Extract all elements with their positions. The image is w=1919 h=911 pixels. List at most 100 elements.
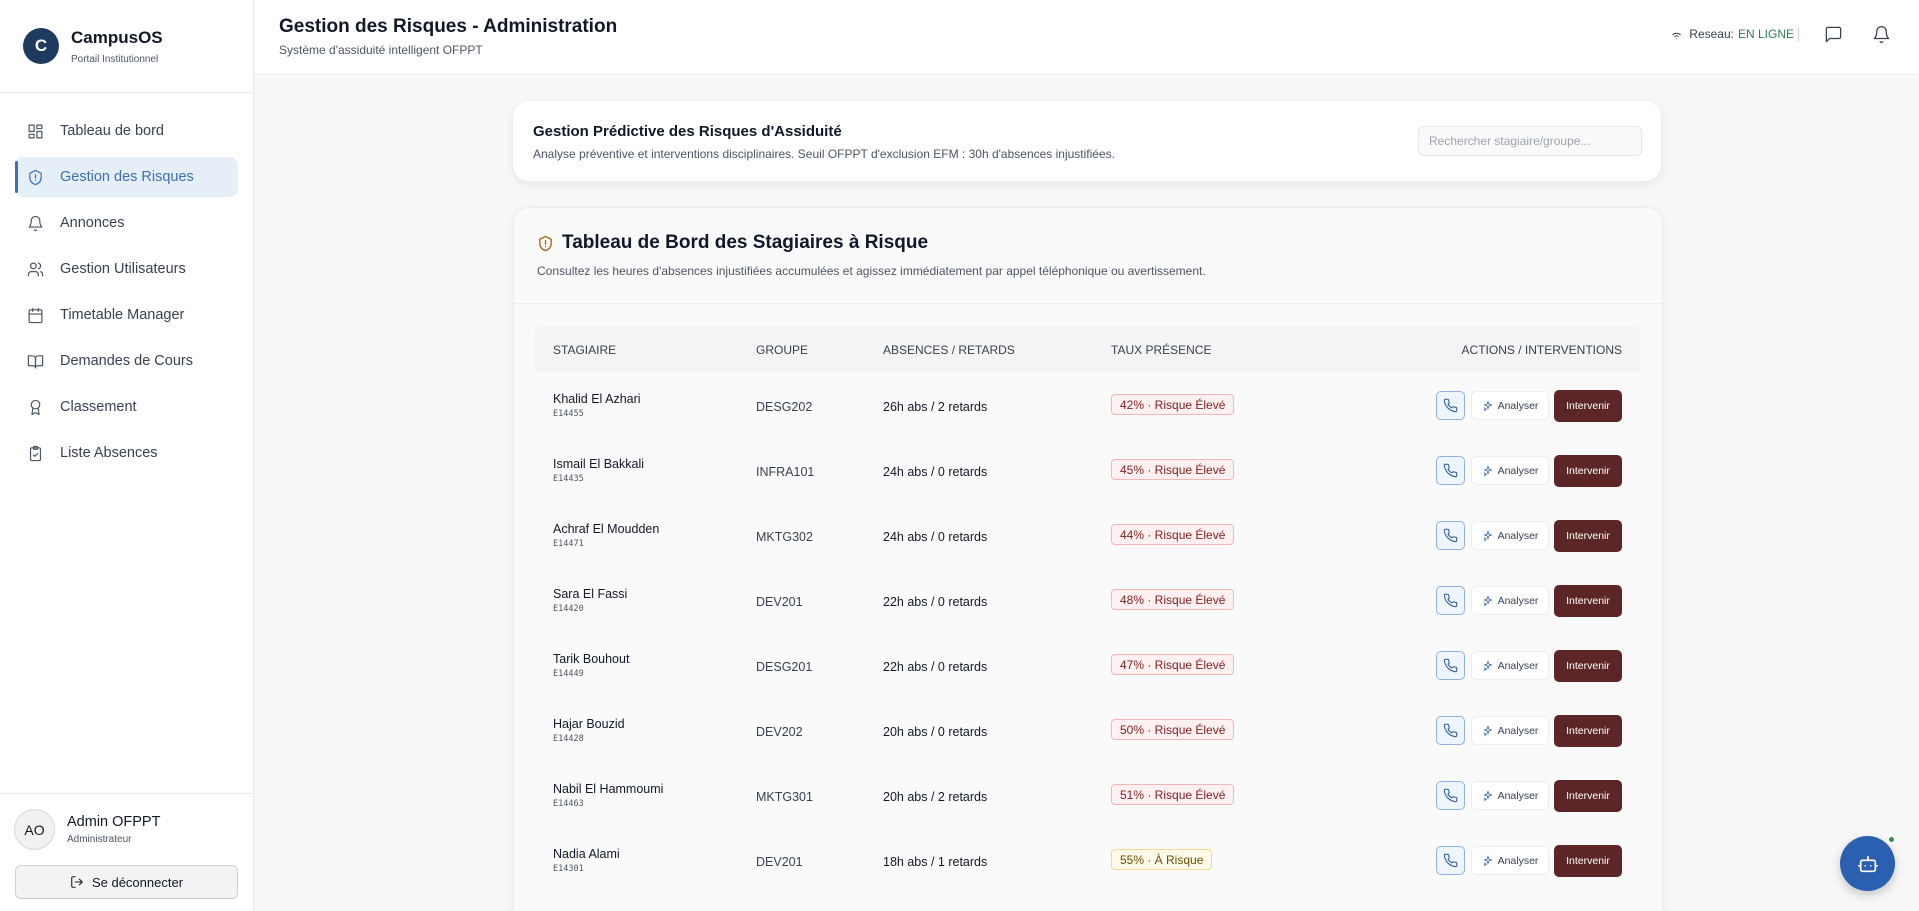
analyse-button[interactable]: Analyser [1471,391,1549,420]
analyse-button[interactable]: Analyser [1471,586,1549,615]
student-group: DESG202 [756,400,813,414]
phone-icon [1443,658,1458,673]
table-row: Ismail El Bakkali E14435 INFRA101 24h abs /… [535,440,1640,505]
absences-value: 22h abs / 0 retards [883,595,988,609]
student-id: E14420 [553,604,584,614]
shield-icon [29,169,42,185]
messages-button[interactable] [1824,25,1843,44]
column-header: TAUX PRÉSENCE [1111,343,1212,357]
sidebar-item-announcements[interactable]: Annonces [15,203,238,243]
presence-badge: 51% · Risque Élevé [1111,784,1235,805]
sidebar-item-course-requests[interactable]: Demandes de Cours [15,341,238,381]
sidebar: C CampusOS Portail Institutionnel Tablea… [0,0,254,911]
call-button[interactable] [1436,586,1465,615]
call-button[interactable] [1436,391,1465,420]
call-button[interactable] [1436,781,1465,810]
notifications-button[interactable] [1872,25,1891,44]
analyse-button[interactable]: Analyser [1471,651,1549,680]
intervene-button[interactable]: Intervenir [1554,390,1622,422]
sidebar-item-label: Timetable Manager [60,307,185,323]
analyse-button[interactable]: Analyser [1471,716,1549,745]
intervene-button[interactable]: Intervenir [1554,455,1622,487]
absences-value: 18h abs / 1 retards [883,855,988,869]
message-icon [1825,26,1842,43]
presence-badge: 42% · Risque Élevé [1111,394,1235,415]
absences-value: 24h abs / 0 retards [883,465,988,479]
analyse-label: Analyser [1497,724,1539,737]
sidebar-item-ranking[interactable]: Classement [15,387,238,427]
column-header: ACTIONS / INTERVENTIONS [1461,343,1622,357]
sparkles-icon [1482,789,1493,802]
shield-alert-icon [539,235,552,251]
student-name: Achraf El Moudden [553,522,660,536]
presence-badge: 48% · Risque Élevé [1111,589,1235,610]
call-button[interactable] [1436,651,1465,680]
avatar[interactable]: AO [14,809,55,850]
logout-button[interactable]: Se déconnecter [15,865,238,899]
sidebar-item-dashboard[interactable]: Tableau de bord [15,111,238,151]
intro-subtitle: Analyse préventive et interventions disc… [533,147,1115,161]
bot-icon [1857,855,1878,872]
call-button[interactable] [1436,456,1465,485]
phone-icon [1443,463,1458,478]
sidebar-item-label: Classement [60,399,137,415]
phone-icon [1443,398,1458,413]
analyse-label: Analyser [1497,399,1539,412]
absences-value: 22h abs / 0 retards [883,660,988,674]
brand-name: CampusOS [71,27,163,47]
call-button[interactable] [1436,716,1465,745]
panel-title: Tableau de Bord des Stagiaires à Risque [562,232,929,253]
search-input[interactable] [1418,126,1642,156]
sparkles-icon [1482,724,1493,737]
user-role: Administrateur [67,834,132,845]
sidebar-item-absences[interactable]: Liste Absences [15,433,238,473]
book-icon [27,354,44,368]
analyse-label: Analyser [1497,789,1539,802]
intervene-button[interactable]: Intervenir [1554,715,1622,747]
sidebar-item-label: Gestion des Risques [60,169,194,185]
sparkles-icon [1482,399,1493,412]
phone-icon [1443,788,1458,803]
analyse-label: Analyser [1497,854,1539,867]
calendar-icon [28,307,43,323]
analyse-button[interactable]: Analyser [1471,846,1549,875]
wifi-icon [1672,32,1682,39]
intervene-button[interactable]: Intervenir [1554,650,1622,682]
sidebar-nav: Tableau de bord Gestion des Risques Anno… [0,93,253,473]
panel-subtitle: Consultez les heures d'absences injustif… [537,264,1206,278]
analyse-label: Analyser [1497,594,1539,607]
column-header: STAGIAIRE [553,343,617,357]
intervene-button[interactable]: Intervenir [1554,780,1622,812]
student-group: DEV201 [756,595,803,609]
table-row: Achraf El Moudden E14471 MKTG302 24h abs / … [535,505,1640,570]
table-row: Sara El Fassi E14420 DEV201 22h abs / 0 ret… [535,570,1640,635]
intervene-button[interactable]: Intervenir [1554,845,1622,877]
intervene-button[interactable]: Intervenir [1554,520,1622,552]
intervene-button[interactable]: Intervenir [1554,585,1622,617]
student-group: MKTG301 [756,790,813,804]
analyse-button[interactable]: Analyser [1471,521,1549,550]
network-status-value: EN LIGNE [1737,27,1794,41]
sparkles-icon [1482,594,1493,607]
sparkles-icon [1482,659,1493,672]
network-status: Reseau: EN LIGNE [1670,27,1794,41]
user-name: Admin OFPPT [67,814,161,830]
users-icon [27,262,44,276]
page-subtitle: Système d'assiduité intelligent OFPPT [279,43,483,57]
sidebar-item-risk-management[interactable]: Gestion des Risques [15,157,238,197]
user-panel: AO Admin OFPPT Administrateur Se déconne… [0,793,254,911]
sparkles-icon [1482,464,1493,477]
call-button[interactable] [1436,521,1465,550]
sidebar-item-users[interactable]: Gestion Utilisateurs [15,249,238,289]
analyse-button[interactable]: Analyser [1471,781,1549,810]
assistant-button[interactable] [1840,836,1895,891]
phone-icon [1443,528,1458,543]
sidebar-item-timetable[interactable]: Timetable Manager [15,295,238,335]
call-button[interactable] [1436,846,1465,875]
analyse-button[interactable]: Analyser [1471,456,1549,485]
student-id: E14471 [553,539,584,549]
sidebar-item-label: Tableau de bord [60,123,164,139]
at-risk-panel: Tableau de Bord des Stagiaires à Risque … [513,207,1663,911]
sidebar-item-label: Annonces [60,215,125,231]
analyse-label: Analyser [1497,464,1539,477]
